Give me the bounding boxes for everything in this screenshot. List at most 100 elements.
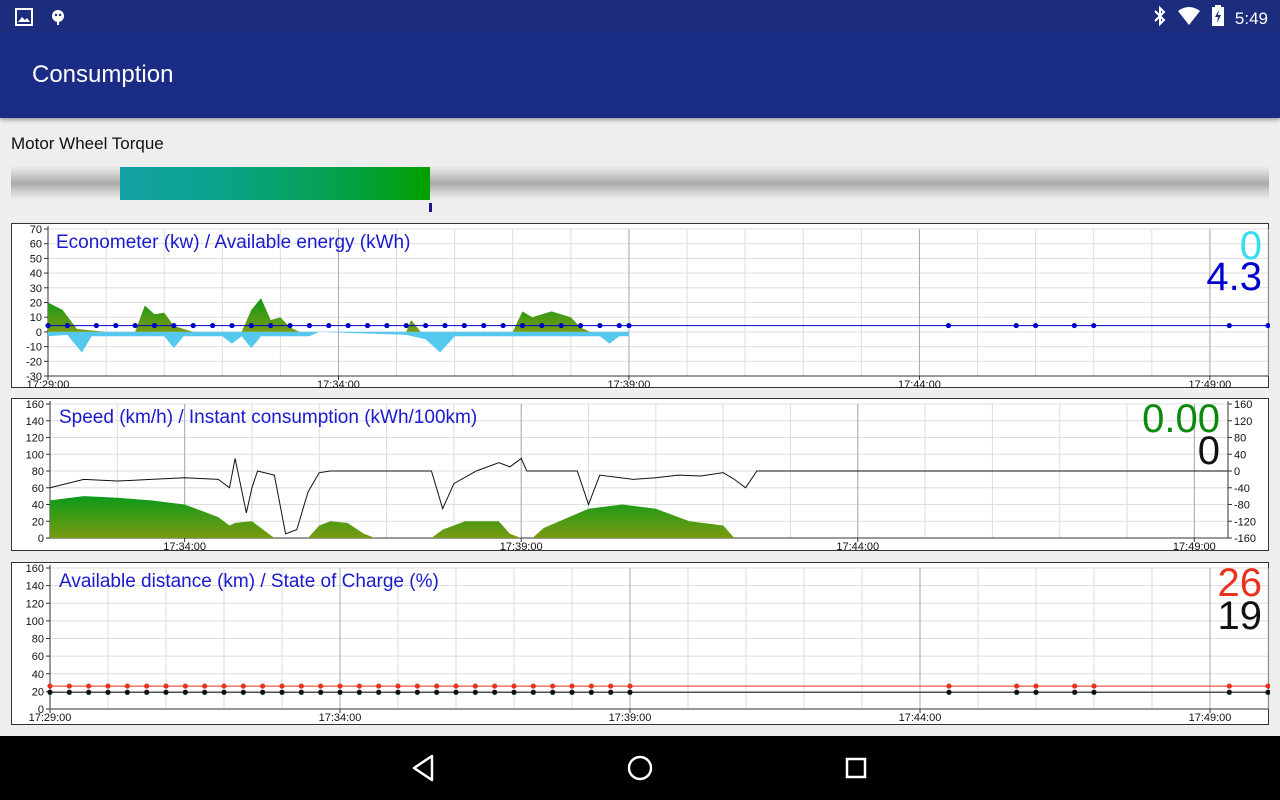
torque-marker bbox=[428, 203, 432, 212]
available-distance-point bbox=[144, 683, 150, 689]
state-of-charge-point bbox=[627, 689, 633, 695]
state-of-charge-point bbox=[569, 689, 575, 695]
available-energy-point bbox=[461, 322, 467, 329]
available-energy-point bbox=[558, 322, 564, 329]
y-tick-label: -10 bbox=[26, 342, 42, 354]
chart-title: Available distance (km) / State of Charg… bbox=[59, 571, 439, 592]
available-energy-point bbox=[403, 322, 409, 329]
available-energy-point bbox=[597, 322, 603, 329]
state-of-charge-point bbox=[395, 689, 401, 695]
x-tick-label: 17:34:00 bbox=[319, 712, 362, 724]
state-of-charge-point bbox=[124, 689, 130, 695]
available-energy-point bbox=[1226, 322, 1232, 329]
available-energy-point bbox=[113, 322, 119, 329]
available-energy-point bbox=[481, 322, 487, 329]
state-of-charge-point bbox=[492, 689, 498, 695]
y-tick-label: 40 bbox=[30, 268, 42, 280]
instant-consumption-area bbox=[50, 496, 735, 538]
state-of-charge-point bbox=[337, 689, 343, 695]
y-tick-label: 70 bbox=[30, 224, 42, 236]
x-tick-label: 17:49:00 bbox=[1189, 712, 1232, 724]
available-energy-point bbox=[616, 322, 622, 329]
available-distance-point bbox=[298, 683, 304, 689]
available-distance-point bbox=[550, 683, 556, 689]
y-tick-label: 80 bbox=[32, 634, 44, 646]
available-energy-point bbox=[45, 322, 51, 329]
y-tick-label: 60 bbox=[32, 651, 44, 663]
x-tick-label: 17:34:00 bbox=[163, 541, 206, 552]
available-distance-point bbox=[530, 683, 536, 689]
available-distance-point bbox=[260, 683, 266, 689]
state-of-charge-point bbox=[47, 689, 53, 695]
y-tick-label: 40 bbox=[32, 669, 44, 681]
y2-tick-label: 160 bbox=[1234, 399, 1252, 411]
econometer-chart: 17:29:00 17:34:00 17:39:00 17:44:00 17:49:00… bbox=[11, 223, 1270, 389]
status-bar: 5:49 bbox=[0, 0, 1280, 33]
available-distance-point bbox=[453, 683, 459, 689]
available-distance-point bbox=[47, 683, 53, 689]
y-tick-label: 0 bbox=[38, 704, 44, 716]
wifi-icon bbox=[1177, 6, 1201, 31]
available-energy-point bbox=[171, 322, 177, 329]
y-tick-label: 80 bbox=[32, 466, 44, 478]
page-title: Consumption bbox=[32, 61, 174, 88]
y-tick-label: 120 bbox=[26, 433, 44, 445]
y-tick-label: 140 bbox=[26, 581, 44, 593]
available-distance-point bbox=[395, 683, 401, 689]
y-tick-label: 100 bbox=[26, 616, 44, 628]
available-distance-point bbox=[356, 683, 362, 689]
available-energy-point bbox=[626, 322, 632, 329]
y-tick-label: 160 bbox=[26, 399, 44, 411]
available-energy-point bbox=[190, 322, 196, 329]
x-tick-label: 17:49:00 bbox=[1188, 379, 1231, 389]
y-tick-label: 20 bbox=[30, 298, 42, 310]
y2-tick-label: -40 bbox=[1234, 483, 1250, 495]
state-of-charge-point bbox=[530, 689, 536, 695]
y-tick-label: 60 bbox=[32, 483, 44, 495]
available-energy-point bbox=[423, 322, 429, 329]
y2-tick-label: -120 bbox=[1234, 516, 1256, 528]
y-tick-label: 160 bbox=[26, 563, 44, 575]
y-tick-label: 10 bbox=[30, 312, 42, 324]
available-distance-point bbox=[1226, 683, 1232, 689]
state-of-charge-point bbox=[414, 689, 420, 695]
navigation-bar bbox=[0, 736, 1280, 800]
x-tick-label: 17:39:00 bbox=[608, 379, 651, 389]
home-icon[interactable] bbox=[624, 752, 656, 784]
available-distance-point bbox=[608, 683, 614, 689]
y2-tick-label: -160 bbox=[1234, 533, 1256, 545]
state-of-charge-point bbox=[434, 689, 440, 695]
available-energy-point bbox=[345, 322, 351, 329]
available-distance-point bbox=[569, 683, 575, 689]
available-energy-point bbox=[1013, 322, 1019, 329]
y-tick-label: 120 bbox=[26, 598, 44, 610]
state-of-charge-point bbox=[260, 689, 266, 695]
y-tick-label: -20 bbox=[26, 356, 42, 368]
available-distance-point bbox=[1091, 683, 1097, 689]
bluetooth-icon bbox=[1153, 5, 1167, 32]
available-distance-point bbox=[105, 683, 111, 689]
y-tick-label: 50 bbox=[30, 253, 42, 265]
y2-tick-label: 80 bbox=[1234, 433, 1246, 445]
recents-icon[interactable] bbox=[840, 752, 872, 784]
state-of-charge-point bbox=[1226, 689, 1232, 695]
state-of-charge-point bbox=[1091, 689, 1097, 695]
battery-charging-icon bbox=[1211, 5, 1225, 32]
available-distance-point bbox=[1014, 683, 1020, 689]
state-of-charge-point bbox=[202, 689, 208, 695]
chart-title: Econometer (kw) / Available energy (kWh) bbox=[56, 232, 411, 253]
available-distance-point bbox=[472, 683, 478, 689]
available-distance-point bbox=[946, 683, 952, 689]
instant-consumption-value: 0 bbox=[1197, 429, 1220, 473]
state-of-charge-point bbox=[86, 689, 92, 695]
y-tick-label: 100 bbox=[26, 449, 44, 461]
torque-label: Motor Wheel Torque bbox=[11, 134, 164, 153]
state-of-charge-point bbox=[1265, 689, 1270, 695]
y-tick-label: 30 bbox=[30, 283, 42, 295]
distance-chart: 17:29:00 17:34:00 17:39:00 17:44:00 17:49:00… bbox=[11, 562, 1270, 725]
back-icon[interactable] bbox=[408, 752, 440, 784]
state-of-charge-point bbox=[472, 689, 478, 695]
x-tick-label: 17:29:00 bbox=[29, 712, 72, 724]
available-energy-value: 4.3 bbox=[1206, 255, 1262, 299]
x-tick-label: 17:39:00 bbox=[609, 712, 652, 724]
